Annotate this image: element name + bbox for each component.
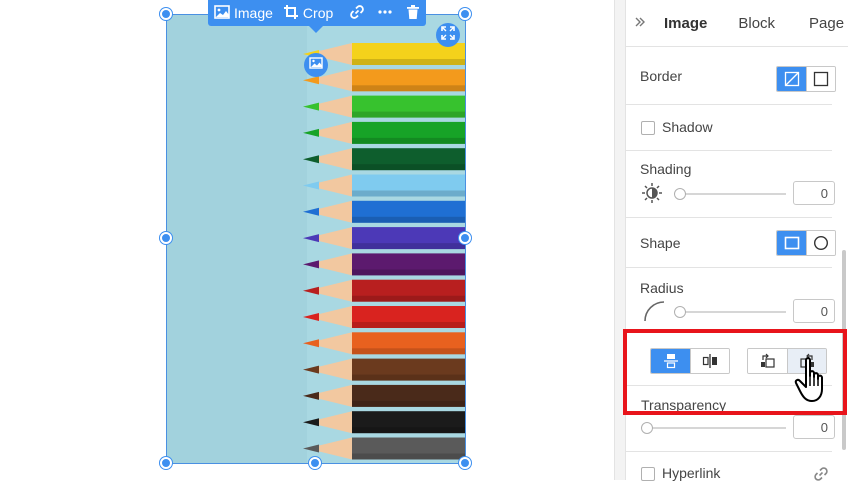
link-icon: [349, 4, 365, 23]
border-label: Border: [640, 68, 683, 84]
border-solid-button[interactable]: [806, 67, 835, 91]
flip-toggle: [650, 348, 730, 374]
border-section: Border: [626, 48, 836, 105]
image-floating-toolbar: Image Crop: [208, 0, 427, 33]
solid-border-icon: [813, 71, 829, 87]
replace-image-icon: [309, 56, 323, 75]
radius-slider-knob[interactable]: [674, 306, 686, 318]
transparency-slider-track[interactable]: [646, 427, 786, 429]
transparency-label: Transparency: [641, 397, 727, 413]
flip-vertical-button[interactable]: [651, 349, 690, 373]
radius-value-input[interactable]: 0: [793, 299, 835, 323]
toolbar-pointer: [308, 25, 324, 33]
more-toolbar-button[interactable]: [371, 0, 399, 26]
replace-image-button[interactable]: [304, 53, 328, 77]
shading-section: Shading 0: [626, 151, 835, 218]
shadow-label: Shadow: [662, 119, 713, 135]
resize-handle-top-left[interactable]: [160, 8, 172, 20]
pencils-photo: [167, 15, 465, 463]
rotate-left-icon: [760, 353, 775, 368]
flip-vertical-icon: [663, 354, 678, 369]
resize-handle-bottom-middle[interactable]: [309, 457, 321, 469]
resize-handle-top-right[interactable]: [459, 8, 471, 20]
tab-page[interactable]: Page: [809, 15, 844, 32]
radius-section: Radius 0: [626, 268, 835, 333]
transparency-value-input[interactable]: 0: [793, 415, 835, 439]
radius-label: Radius: [640, 280, 684, 296]
rotate-left-button[interactable]: [748, 349, 787, 373]
resize-handle-middle-left[interactable]: [160, 232, 172, 244]
crop-toolbar-button[interactable]: Crop: [277, 0, 339, 26]
shading-label: Shading: [640, 161, 692, 177]
rectangle-icon: [784, 236, 799, 250]
image-icon: [214, 4, 230, 23]
hand-cursor-icon: [794, 356, 834, 409]
delete-toolbar-button[interactable]: [399, 0, 427, 26]
collapse-icon[interactable]: [626, 15, 654, 31]
transparency-slider-knob[interactable]: [641, 422, 653, 434]
flip-horizontal-icon: [702, 354, 717, 368]
shadow-checkbox[interactable]: [641, 121, 655, 135]
shape-rectangle-button[interactable]: [777, 231, 806, 255]
shape-circle-button[interactable]: [806, 231, 835, 255]
more-icon: [377, 4, 393, 23]
expand-icon: [441, 25, 455, 45]
fullscreen-button[interactable]: [436, 23, 460, 47]
tab-image[interactable]: Image: [664, 15, 707, 32]
no-border-icon: [784, 71, 799, 87]
brightness-icon: [641, 182, 663, 209]
border-toggle: [776, 66, 836, 92]
hyperlink-section: Hyperlink: [626, 452, 832, 492]
hyperlink-label: Hyperlink: [662, 465, 721, 481]
panel-tabs: Image Block Page: [626, 0, 848, 47]
flip-horizontal-button[interactable]: [690, 349, 729, 373]
editor-canvas[interactable]: Image Crop: [0, 0, 614, 480]
selected-image[interactable]: [166, 14, 466, 464]
shadow-section: Shadow: [626, 105, 832, 151]
shape-toggle: [776, 230, 836, 256]
shading-slider-track[interactable]: [678, 193, 786, 195]
crop-icon: [283, 4, 299, 23]
radius-icon: [643, 300, 665, 327]
tab-block[interactable]: Block: [738, 15, 775, 32]
circle-icon: [813, 235, 829, 251]
trash-icon: [405, 4, 421, 23]
panel-splitter[interactable]: [614, 0, 626, 480]
radius-slider-track[interactable]: [678, 311, 786, 313]
link-icon: [813, 466, 829, 487]
link-toolbar-button[interactable]: [343, 0, 371, 26]
shading-slider-knob[interactable]: [674, 188, 686, 200]
resize-handle-middle-right[interactable]: [459, 232, 471, 244]
image-toolbar-button[interactable]: Image: [208, 0, 279, 26]
hyperlink-checkbox[interactable]: [641, 467, 655, 481]
image-toolbar-label: Image: [234, 5, 273, 21]
shading-value-input[interactable]: 0: [793, 181, 835, 205]
resize-handle-bottom-left[interactable]: [160, 457, 172, 469]
panel-scrollbar[interactable]: [842, 250, 846, 450]
border-none-button[interactable]: [777, 67, 806, 91]
resize-handle-bottom-right[interactable]: [459, 457, 471, 469]
shape-section: Shape: [626, 218, 836, 268]
crop-toolbar-label: Crop: [302, 5, 334, 21]
shape-label: Shape: [640, 235, 681, 251]
